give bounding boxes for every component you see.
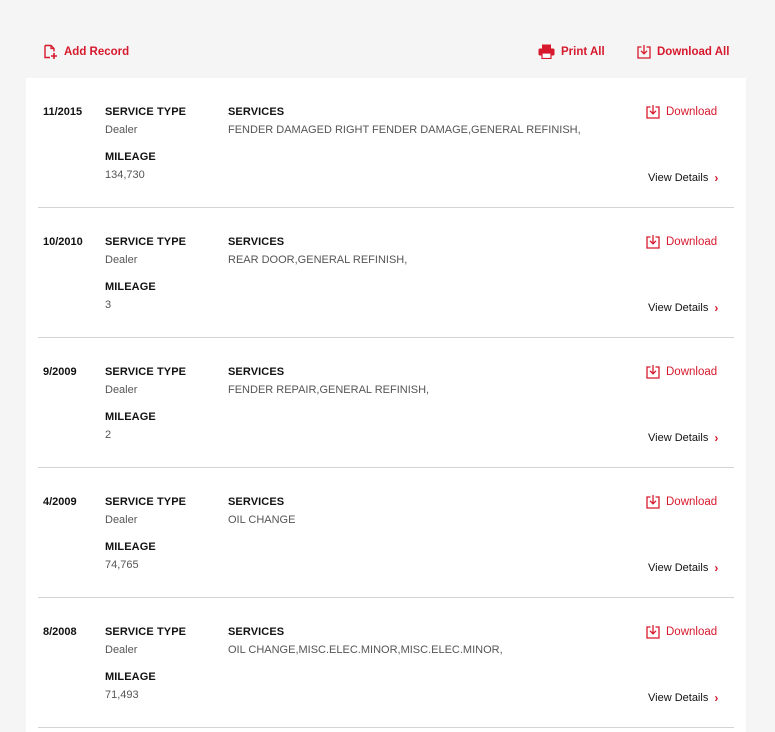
view-details-link[interactable]: View Details › bbox=[648, 691, 718, 705]
service-record: 8/2008 SERVICE TYPE Dealer MILEAGE 71,49… bbox=[38, 598, 734, 728]
download-tray-icon bbox=[646, 365, 660, 379]
download-label: Download bbox=[666, 495, 718, 508]
record-date: 11/2015 bbox=[43, 106, 83, 118]
service-record: 9/2009 SERVICE TYPE Dealer MILEAGE 2 SER… bbox=[38, 338, 734, 468]
service-history-page: Add Record Print All Download All 11/201… bbox=[0, 0, 775, 732]
services-value: REAR DOOR,GENERAL REFINISH, bbox=[228, 254, 408, 266]
services-label: SERVICES bbox=[228, 236, 285, 248]
service-type-label: SERVICE TYPE bbox=[105, 106, 187, 118]
service-type-value: Dealer bbox=[105, 644, 138, 656]
service-type-label: SERVICE TYPE bbox=[105, 496, 187, 508]
view-details-label: View Details bbox=[648, 562, 709, 574]
download-all-label: Download All bbox=[657, 45, 730, 58]
record-date: 4/2009 bbox=[43, 496, 77, 508]
print-all-button[interactable]: Print All bbox=[538, 44, 605, 59]
mileage-label: MILEAGE bbox=[105, 541, 156, 553]
mileage-label: MILEAGE bbox=[105, 411, 156, 423]
download-all-button[interactable]: Download All bbox=[637, 44, 729, 59]
service-type-value: Dealer bbox=[105, 384, 138, 396]
record-download-button[interactable]: Download bbox=[646, 234, 717, 249]
services-label: SERVICES bbox=[228, 106, 285, 118]
chevron-right-icon: › bbox=[714, 171, 719, 185]
mileage-label: MILEAGE bbox=[105, 151, 156, 163]
mileage-value: 74,765 bbox=[105, 559, 139, 571]
mileage-value: 134,730 bbox=[105, 169, 145, 181]
service-type-value: Dealer bbox=[105, 124, 138, 136]
view-details-label: View Details bbox=[648, 692, 709, 704]
service-record: 4/2009 SERVICE TYPE Dealer MILEAGE 74,76… bbox=[38, 468, 734, 598]
download-label: Download bbox=[666, 625, 718, 638]
download-tray-icon bbox=[646, 495, 660, 509]
service-type-label: SERVICE TYPE bbox=[105, 366, 187, 378]
download-tray-icon bbox=[637, 45, 651, 59]
view-details-link[interactable]: View Details › bbox=[648, 431, 718, 445]
view-details-link[interactable]: View Details › bbox=[648, 561, 718, 575]
record-download-button[interactable]: Download bbox=[646, 494, 717, 509]
view-details-label: View Details bbox=[648, 432, 709, 444]
download-tray-icon bbox=[646, 235, 660, 249]
service-type-value: Dealer bbox=[105, 514, 138, 526]
view-details-label: View Details bbox=[648, 172, 709, 184]
download-label: Download bbox=[666, 105, 718, 118]
record-download-button[interactable]: Download bbox=[646, 364, 717, 379]
download-tray-icon bbox=[646, 105, 660, 119]
service-record: 11/2015 SERVICE TYPE Dealer MILEAGE 134,… bbox=[38, 78, 734, 208]
mileage-label: MILEAGE bbox=[105, 281, 156, 293]
records-toolbar: Add Record Print All Download All bbox=[42, 44, 729, 64]
service-record: 10/2010 SERVICE TYPE Dealer MILEAGE 3 SE… bbox=[38, 208, 734, 338]
add-record-button[interactable]: Add Record bbox=[42, 44, 129, 60]
services-label: SERVICES bbox=[228, 626, 285, 638]
chevron-right-icon: › bbox=[714, 691, 719, 705]
services-value: OIL CHANGE bbox=[228, 514, 296, 526]
service-type-label: SERVICE TYPE bbox=[105, 236, 187, 248]
download-label: Download bbox=[666, 235, 718, 248]
record-download-button[interactable]: Download bbox=[646, 104, 717, 119]
services-value: OIL CHANGE,MISC.ELEC.MINOR,MISC.ELEC.MIN… bbox=[228, 644, 503, 656]
view-details-link[interactable]: View Details › bbox=[648, 301, 718, 315]
view-details-label: View Details bbox=[648, 302, 709, 314]
mileage-value: 71,493 bbox=[105, 689, 139, 701]
service-records-list: 11/2015 SERVICE TYPE Dealer MILEAGE 134,… bbox=[26, 78, 746, 732]
chevron-right-icon: › bbox=[714, 301, 719, 315]
services-value: FENDER DAMAGED RIGHT FENDER DAMAGE,GENER… bbox=[228, 124, 581, 136]
record-date: 9/2009 bbox=[43, 366, 77, 378]
services-label: SERVICES bbox=[228, 366, 285, 378]
services-label: SERVICES bbox=[228, 496, 285, 508]
printer-icon bbox=[538, 44, 555, 59]
download-label: Download bbox=[666, 365, 718, 378]
mileage-label: MILEAGE bbox=[105, 671, 156, 683]
service-type-label: SERVICE TYPE bbox=[105, 626, 187, 638]
download-tray-icon bbox=[646, 625, 660, 639]
chevron-right-icon: › bbox=[714, 431, 719, 445]
add-record-label: Add Record bbox=[64, 46, 130, 58]
mileage-value: 2 bbox=[105, 429, 112, 441]
chevron-right-icon: › bbox=[714, 561, 719, 575]
service-type-value: Dealer bbox=[105, 254, 138, 266]
view-details-link[interactable]: View Details › bbox=[648, 171, 718, 185]
record-date: 10/2010 bbox=[43, 236, 83, 248]
mileage-value: 3 bbox=[105, 299, 112, 311]
record-date: 8/2008 bbox=[43, 626, 77, 638]
add-document-icon bbox=[44, 44, 57, 59]
record-download-button[interactable]: Download bbox=[646, 624, 717, 639]
print-all-label: Print All bbox=[561, 45, 605, 58]
services-value: FENDER REPAIR,GENERAL REFINISH, bbox=[228, 384, 430, 396]
